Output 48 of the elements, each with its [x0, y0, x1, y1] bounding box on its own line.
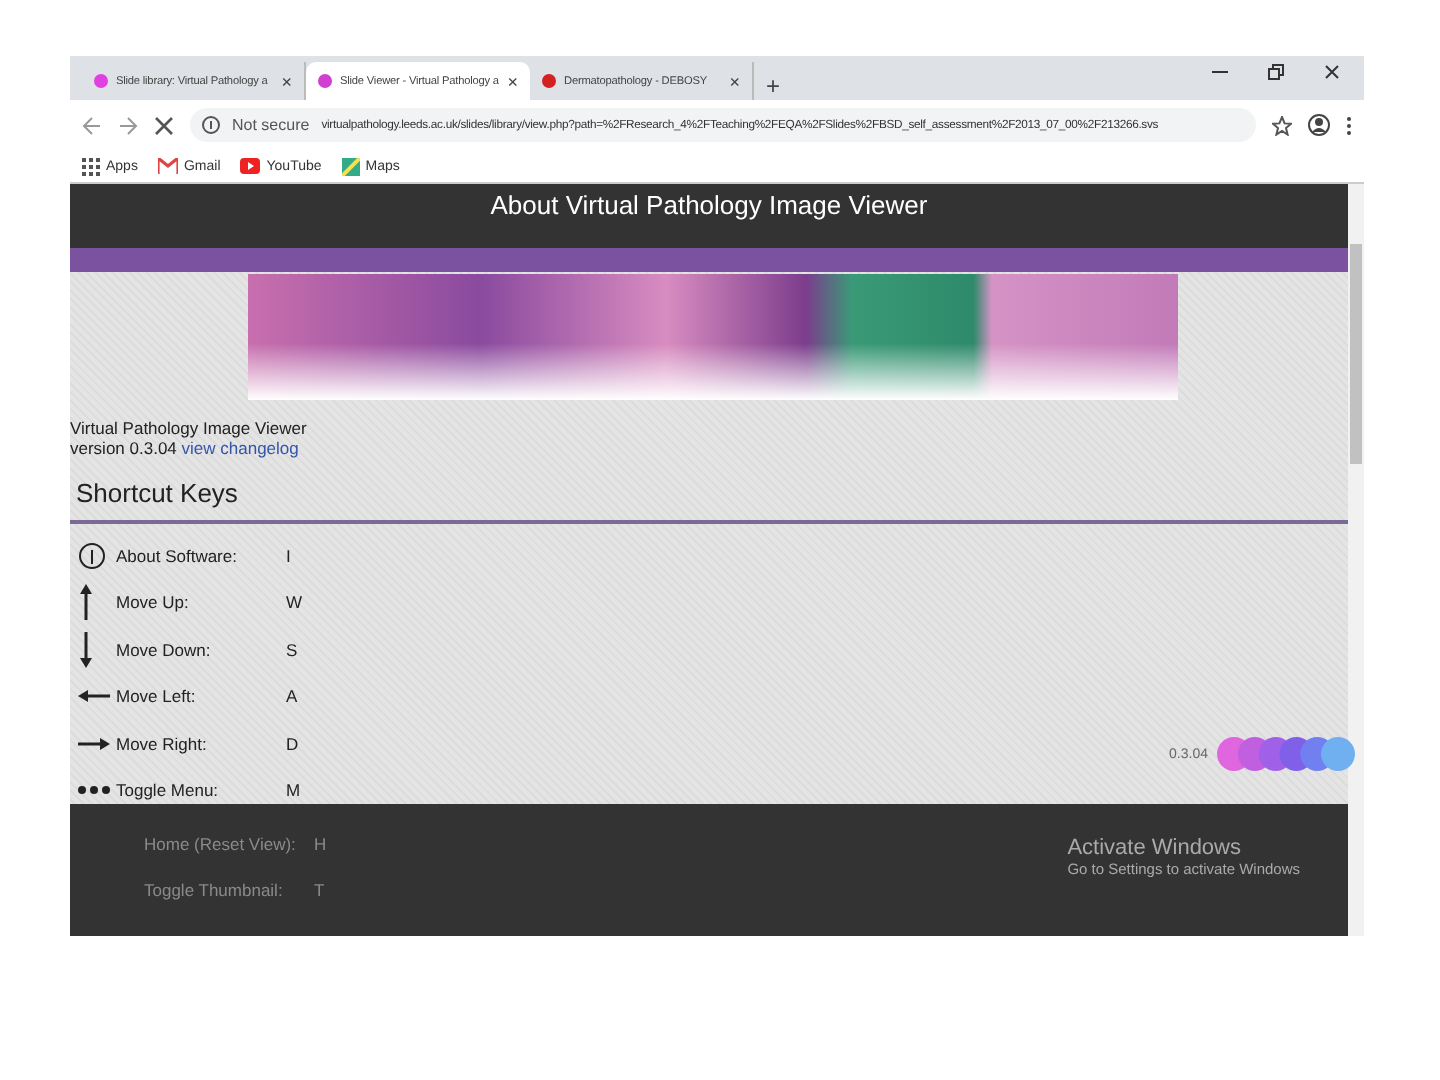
shortcut-label: Move Down: [116, 639, 213, 660]
shortcut-label: Toggle Menu: [116, 780, 221, 801]
new-tab-button[interactable]: + [754, 72, 793, 100]
info-icon [202, 116, 220, 134]
version-text: version 0.3.04 [70, 438, 179, 458]
security-label: Not secure [232, 116, 310, 134]
right-arrow-icon [78, 735, 110, 752]
left-arrow-icon [78, 688, 110, 705]
down-arrow-icon [78, 631, 94, 668]
close-tab-button[interactable]: × [281, 71, 292, 91]
star-icon [1272, 115, 1292, 135]
shortcut-label: Move Right: [116, 733, 209, 754]
close-icon [154, 115, 174, 135]
circles-logo-icon [1216, 736, 1356, 772]
more-icon [1346, 115, 1352, 135]
profile-icon [1308, 114, 1330, 136]
shortcut-key: W [286, 592, 303, 613]
shortcut-label: Home (Reset View): [144, 833, 298, 854]
shortcut-key: I [286, 545, 291, 566]
mail-icon [157, 158, 178, 174]
map-icon [341, 157, 360, 175]
app-name: Virtual Pathology Image Viewer [70, 418, 309, 438]
shortcut-label: Move Left: [116, 686, 198, 707]
shortcut-key: S [286, 639, 298, 660]
shortcut-label: About Software: [116, 545, 239, 566]
shortcut-key: A [286, 686, 298, 707]
info-icon [78, 541, 106, 570]
shortcut-key: T [314, 880, 325, 901]
back-icon [82, 115, 102, 135]
dots-icon [78, 786, 110, 795]
shortcut-key: D [286, 733, 299, 754]
shortcut-label: Toggle Thumbnail: [144, 880, 285, 901]
close-tab-button[interactable]: × [507, 71, 518, 91]
shortcut-key: M [286, 780, 301, 801]
shortcut-label: Move Up: [116, 592, 191, 613]
close-tab-button[interactable]: × [729, 71, 740, 91]
page-header-title: About Virtual Pathology Image Viewer [490, 190, 928, 220]
forward-icon [118, 115, 138, 135]
scrollbar[interactable] [1348, 184, 1364, 936]
grid-icon [82, 157, 100, 175]
up-arrow-icon [78, 584, 94, 621]
shortcut-key: H [314, 833, 327, 854]
play-icon [240, 158, 261, 174]
activation-title: Activate Windows [1067, 836, 1243, 860]
close-icon [1324, 64, 1340, 80]
changelog-link[interactable]: view changelog [181, 438, 299, 458]
restore-icon [1268, 64, 1284, 80]
section-title: Shortcut Keys [76, 478, 240, 508]
